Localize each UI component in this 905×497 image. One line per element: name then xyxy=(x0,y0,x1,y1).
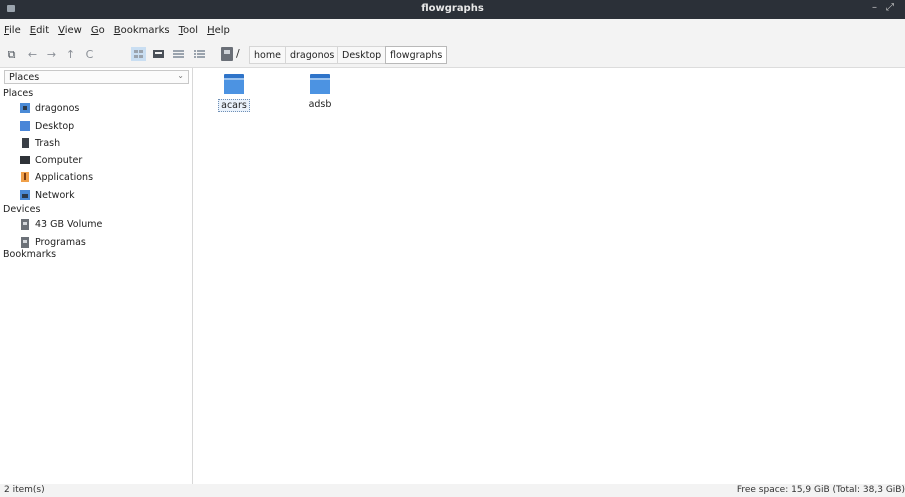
file-view[interactable]: acars adsb xyxy=(194,68,905,484)
sidebar-item-network[interactable]: Network xyxy=(20,188,185,202)
drive-icon xyxy=(21,236,29,248)
detailed-list-view-button[interactable] xyxy=(194,49,205,59)
sidebar-item-desktop[interactable]: Desktop xyxy=(20,119,185,133)
thumbnail-view-icon xyxy=(153,50,164,58)
item-count: 2 item(s) xyxy=(4,485,45,495)
sidebar-item-trash[interactable]: Trash xyxy=(20,136,185,150)
applications-icon xyxy=(21,172,29,182)
section-devices: Devices xyxy=(3,204,41,215)
path-root-button[interactable]: / xyxy=(236,47,240,60)
menu-edit[interactable]: Edit xyxy=(30,25,49,36)
breadcrumb-flowgraphs[interactable]: flowgraphs xyxy=(385,46,448,64)
file-name: adsb xyxy=(308,99,332,110)
sidebar: Places ⌄ Places dragonos Desktop Trash C… xyxy=(0,68,193,484)
root-drive-icon[interactable] xyxy=(221,47,233,61)
new-tab-icon[interactable]: ⧉ xyxy=(4,47,19,62)
menu-tool[interactable]: Tool xyxy=(179,25,198,36)
sidebar-item-computer[interactable]: Computer xyxy=(20,153,185,167)
folder-icon xyxy=(310,74,330,94)
breadcrumb-desktop[interactable]: Desktop xyxy=(337,46,387,64)
folder-icon xyxy=(224,74,244,94)
section-bookmarks: Bookmarks xyxy=(3,249,57,260)
home-folder-icon xyxy=(20,103,30,113)
network-icon xyxy=(20,190,30,200)
menu-bar: File Edit View Go Bookmarks Tool Help xyxy=(0,19,905,41)
forward-icon[interactable]: → xyxy=(44,47,59,62)
icon-view-button[interactable] xyxy=(131,47,146,61)
chevron-down-icon: ⌄ xyxy=(177,71,184,80)
compact-view-icon xyxy=(173,50,184,58)
trash-icon xyxy=(22,138,29,148)
breadcrumb-dragonos[interactable]: dragonos xyxy=(285,46,340,64)
status-bar: 2 item(s) Free space: 15,9 GiB (Total: 3… xyxy=(0,484,905,497)
toolbar: ⧉ ← → ↑ C / home dragonos Desktop flowgr… xyxy=(0,41,905,68)
folder-item-acars[interactable]: acars xyxy=(214,74,254,112)
computer-icon xyxy=(20,156,30,164)
free-space: Free space: 15,9 GiB (Total: 38,3 GiB) xyxy=(736,485,905,495)
menu-view[interactable]: View xyxy=(58,25,82,36)
minimize-button[interactable]: – xyxy=(872,2,877,13)
window-title: flowgraphs xyxy=(421,3,484,14)
maximize-button[interactable]: ⤢ xyxy=(886,2,894,13)
sidebar-mode-value: Places xyxy=(9,72,40,83)
sidebar-item-43gb-volume[interactable]: 43 GB Volume xyxy=(20,217,185,231)
desktop-icon xyxy=(20,121,30,131)
thumbnail-view-button[interactable] xyxy=(153,49,164,59)
sidebar-item-dragonos[interactable]: dragonos xyxy=(20,101,185,115)
compact-view-button[interactable] xyxy=(173,49,184,59)
menu-help[interactable]: Help xyxy=(207,25,230,36)
detailed-list-icon xyxy=(194,50,205,58)
back-icon[interactable]: ← xyxy=(25,47,40,62)
folder-item-adsb[interactable]: adsb xyxy=(300,74,340,110)
sidebar-mode-select[interactable]: Places ⌄ xyxy=(4,70,189,84)
up-icon[interactable]: ↑ xyxy=(63,47,78,62)
breadcrumb-home[interactable]: home xyxy=(249,46,286,64)
sidebar-item-applications[interactable]: Applications xyxy=(20,170,185,184)
section-places: Places xyxy=(3,88,34,99)
drive-icon xyxy=(21,218,29,230)
file-name: acars xyxy=(218,99,250,112)
menu-go[interactable]: Go xyxy=(91,25,105,36)
sidebar-item-programas[interactable]: Programas xyxy=(20,235,185,249)
menu-bookmarks[interactable]: Bookmarks xyxy=(114,25,170,36)
reload-icon[interactable]: C xyxy=(82,47,97,62)
menu-file[interactable]: File xyxy=(4,25,21,36)
icon-view-icon xyxy=(134,50,143,58)
title-bar: flowgraphs – ⤢ xyxy=(0,0,905,19)
